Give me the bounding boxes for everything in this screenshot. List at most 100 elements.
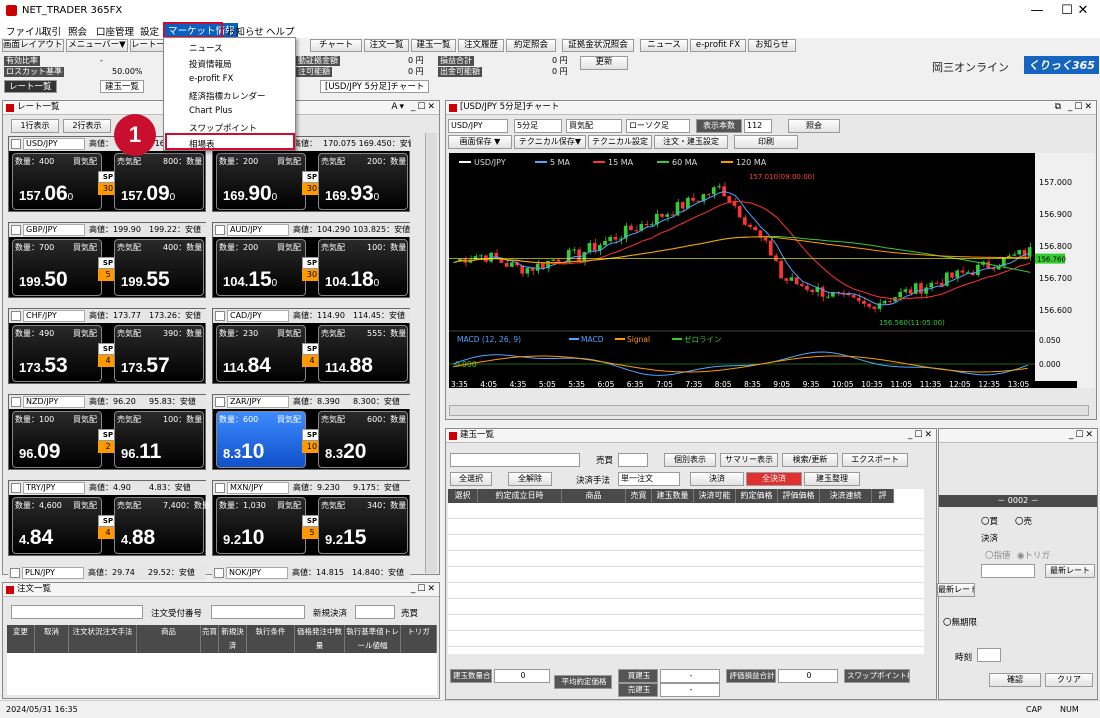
pair-select[interactable]: MXN/JPY	[227, 482, 289, 494]
one-row-button[interactable]: 1行表示	[11, 119, 59, 133]
candlestick-chart[interactable]: USD/JPY 5 MA 15 MA 60 MA 120 MA 157.010(09:00…	[449, 153, 1089, 389]
position-col-header[interactable]: 建玉数量	[652, 489, 694, 503]
ask-button[interactable]: 売気配 340：数量 9.215	[318, 497, 408, 554]
print-button[interactable]: 印刷	[734, 135, 798, 149]
ask-button[interactable]: 売気配 7,400：数量 4.88	[114, 497, 210, 554]
table-row[interactable]	[448, 599, 924, 615]
order-col-header[interactable]: 変更	[7, 625, 35, 653]
position-col-header[interactable]: 選択	[448, 489, 478, 503]
ask-button[interactable]: 売気配 800：数量 157.090	[114, 153, 204, 210]
table-row[interactable]	[448, 519, 924, 535]
settle-button[interactable]: 決済	[690, 472, 744, 486]
position-col-header[interactable]: 評	[872, 489, 894, 503]
pair-select[interactable]: NZD/JPY	[23, 396, 85, 408]
rate-card[interactable]: ZAR/JPY 高値：8.390 8.300：安値 数量：600 買気配 8.3…	[212, 394, 411, 470]
chart-type-select[interactable]: ローソク足	[626, 119, 690, 133]
time-input[interactable]	[977, 648, 1001, 662]
chart-toggle-icon[interactable]	[11, 225, 21, 235]
rate-card[interactable]: AUD/JPY 高値：104.290 103.825：安値 数量：200 買気配…	[212, 222, 411, 298]
rate-card[interactable]: NZD/JPY 高値：96.20 95.83：安値 数量：100 買気配 96.…	[8, 394, 207, 470]
execution-button[interactable]: 約定照会	[506, 39, 556, 52]
tab-position-list[interactable]: 建玉一覧	[100, 80, 145, 93]
order-col-header[interactable]: 取消	[35, 625, 69, 653]
tab-rate-list[interactable]: レート一覧	[4, 80, 57, 93]
limit-radio[interactable]: 〇指値	[985, 549, 1011, 561]
latest-rate-button[interactable]: 最新レート	[1045, 564, 1095, 578]
pair-select[interactable]: ZAR/JPY	[227, 396, 289, 408]
position-col-header[interactable]: 約定成立日時	[478, 489, 562, 503]
sell-radio[interactable]: 〇売	[1015, 515, 1032, 527]
ask-button[interactable]: 売気配 555：数量 114.88	[318, 325, 408, 382]
table-row[interactable]	[448, 631, 924, 647]
order-col-header[interactable]: 売買	[201, 625, 219, 653]
tab-chart[interactable]: [USD/JPY 5分足]チャート	[320, 80, 430, 93]
method-select[interactable]: 単一注文	[618, 472, 680, 486]
tech-save-button[interactable]: テクニカル保存▼	[514, 135, 586, 149]
dropdown-chartplus[interactable]: Chart Plus	[189, 106, 232, 116]
notices-button[interactable]: お知らせ	[748, 39, 796, 52]
order-no-input[interactable]	[211, 605, 305, 619]
menu-trade[interactable]: 取引	[42, 24, 61, 38]
order-col-header[interactable]: 執行条件	[247, 625, 295, 653]
position-product-select[interactable]	[450, 453, 580, 467]
order-col-header[interactable]: 注文状況注文手法	[69, 625, 137, 653]
chart-toggle-icon[interactable]	[215, 311, 225, 321]
latest-rate-button-2[interactable]: 最新レート	[937, 583, 975, 597]
order-col-header[interactable]: 新規決済	[219, 625, 247, 653]
rate-scrollbar[interactable]	[425, 133, 437, 573]
menubar-button[interactable]: メニューバー▼	[66, 39, 128, 52]
rate-card[interactable]: CHF/JPY 高値：173.77 173.26：安値 数量：490 買気配 1…	[8, 308, 207, 384]
close-button[interactable]: ✕	[1066, 0, 1100, 22]
table-row[interactable]	[448, 615, 924, 631]
table-row[interactable]	[448, 567, 924, 583]
search-update-button[interactable]: 検索/更新	[782, 453, 838, 467]
table-row[interactable]	[448, 535, 924, 551]
minimize-button[interactable]: —	[1020, 0, 1054, 22]
menu-account[interactable]: 口座管理	[96, 24, 134, 38]
chart-pair-select[interactable]: USD/JPY	[448, 119, 508, 133]
rate-card[interactable]: MXN/JPY 高値：9.230 9.175：安値 数量：1,030 買気配 9…	[212, 480, 411, 556]
order-col-header[interactable]: 執行基準値トレール値幅	[345, 625, 401, 653]
menu-file[interactable]: ファイル	[6, 24, 44, 38]
order-col-header[interactable]: 商品	[137, 625, 201, 653]
chart-side-select[interactable]: 買気配	[566, 119, 622, 133]
menu-notices[interactable]: お知らせ	[226, 24, 264, 38]
position-col-header[interactable]: 決済可能	[694, 489, 736, 503]
pair-select[interactable]: TRY/JPY	[23, 482, 85, 494]
drawing-tool-strip[interactable]	[1077, 153, 1095, 388]
chart-button[interactable]: チャート	[310, 39, 362, 52]
bid-button[interactable]: 数量：230 買気配 114.84	[216, 325, 306, 382]
chart-toggle-icon[interactable]	[11, 139, 21, 149]
buy-radio[interactable]: 〇買	[981, 515, 998, 527]
chart-query-button[interactable]: 照会	[788, 119, 840, 133]
dropdown-calendar[interactable]: 経済指標カレンダー	[189, 90, 266, 102]
organize-button[interactable]: 建玉整理	[804, 472, 860, 486]
position-col-header[interactable]: 決済連続	[820, 489, 872, 503]
bid-button[interactable]: 数量：200 買気配 104.150	[216, 239, 306, 296]
trigger-radio[interactable]: ◉トリガ	[1017, 549, 1050, 561]
pair-select[interactable]: GBP/JPY	[23, 224, 85, 236]
news-button[interactable]: ニュース	[640, 39, 688, 52]
bid-button[interactable]: 数量：400 買気配 157.060	[12, 153, 102, 210]
chart-timeframe-select[interactable]: 5分足	[514, 119, 562, 133]
chart-toggle-icon[interactable]	[11, 397, 21, 407]
margin-status-button[interactable]: 証拠金状況照会	[562, 39, 634, 52]
order-history-button[interactable]: 注文履歴	[458, 39, 504, 52]
bid-button[interactable]: 数量：4,600 買気配 4.84	[12, 497, 102, 554]
pair-select[interactable]: USD/JPY	[23, 138, 85, 150]
ask-button[interactable]: 売気配 100：数量 96.11	[114, 411, 204, 468]
order-setting-button[interactable]: 注文・建玉設定	[654, 135, 728, 149]
chart-scrollbar[interactable]	[449, 405, 1089, 416]
menu-inquiry[interactable]: 照会	[68, 24, 87, 38]
ask-button[interactable]: 売気配 400：数量 199.55	[114, 239, 204, 296]
bid-button[interactable]: 数量：600 買気配 8.310	[216, 411, 306, 468]
order-table[interactable]: 変更 取消 注文状況注文手法 商品 売買 新規決済 執行条件 価格発注中数量 執行基準値トレール…	[7, 625, 437, 695]
chart-toggle-icon[interactable]	[11, 311, 21, 321]
deselect-all-button[interactable]: 全解除	[508, 472, 552, 486]
pair-select[interactable]: AUD/JPY	[227, 224, 289, 236]
order-col-header[interactable]: 価格発注中数量	[295, 625, 345, 653]
export-button[interactable]: エクスポート	[842, 453, 908, 467]
menu-help[interactable]: ヘルプ	[266, 24, 295, 38]
order-product-select[interactable]	[11, 605, 143, 619]
ask-button[interactable]: 売気配 100：数量 104.180	[318, 239, 408, 296]
